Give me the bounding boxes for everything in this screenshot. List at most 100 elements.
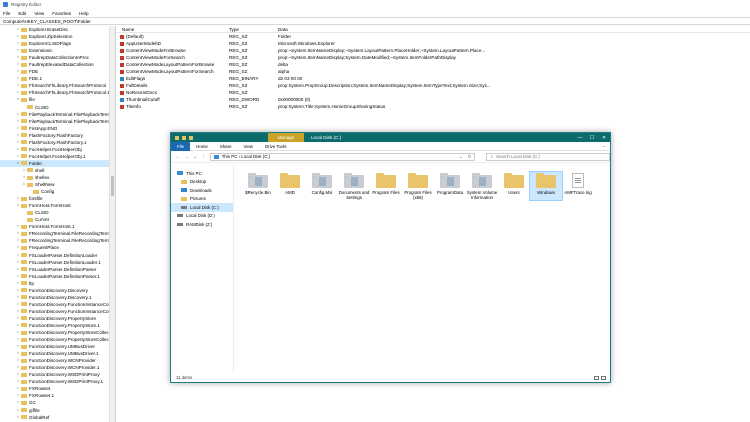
expand-chevron-icon[interactable]: >	[16, 61, 20, 68]
tree-key[interactable]: > FXRowset	[0, 385, 109, 392]
tree-key[interactable]: > FunctionDiscovery.FunctionInstanceCol	[0, 301, 110, 308]
tree-key[interactable]: > FunctionDiscovery.UMBusDriver	[0, 343, 109, 350]
expand-chevron-icon[interactable]: v	[16, 96, 20, 103]
tree-scrollbar[interactable]	[109, 26, 115, 422]
tab-drive-tools[interactable]: Drive Tools	[259, 142, 293, 151]
tree-key[interactable]: > GC	[0, 399, 109, 406]
value-row[interactable]: ContentViewModeLayoutPatternForSearch REG…	[116, 68, 750, 75]
folder-icon[interactable]	[175, 135, 179, 140]
tree-key[interactable]: > FirstApp.ENO	[0, 125, 109, 132]
expand-chevron-icon[interactable]: >	[16, 392, 20, 399]
expand-chevron-icon[interactable]: >	[16, 378, 20, 385]
expand-chevron-icon[interactable]: >	[16, 414, 20, 421]
nav-item[interactable]: Pictures	[171, 195, 233, 204]
expand-chevron-icon[interactable]: >	[16, 54, 20, 61]
expand-chevron-icon[interactable]: v	[22, 181, 26, 188]
up-arrow-icon[interactable]: ↑	[201, 154, 207, 160]
tree-key[interactable]: CLSID	[0, 209, 109, 216]
file-item[interactable]: Users	[498, 172, 530, 200]
expand-chevron-icon[interactable]: >	[16, 244, 20, 251]
expand-chevron-icon[interactable]: >	[16, 223, 20, 230]
expand-chevron-icon[interactable]: >	[16, 153, 20, 160]
menu-favorites[interactable]: Favorites	[52, 11, 71, 16]
expand-chevron-icon[interactable]: >	[16, 237, 20, 244]
nav-item[interactable]: Downloads	[171, 186, 233, 195]
file-item[interactable]: Documents and Settings	[338, 172, 370, 200]
file-item[interactable]: ProgramData	[434, 172, 466, 200]
minimize-button[interactable]: —	[574, 133, 586, 142]
file-item[interactable]: AMFTrace.log	[562, 172, 594, 200]
expand-chevron-icon[interactable]: >	[16, 230, 20, 237]
tree-key[interactable]: > ftp	[0, 280, 109, 287]
new-folder-icon[interactable]	[189, 135, 193, 140]
tree-key[interactable]: Config	[0, 188, 109, 195]
file-item[interactable]: Windows	[529, 170, 563, 202]
file-item[interactable]: Config.Msi	[306, 172, 338, 200]
tab-share[interactable]: Share	[214, 142, 238, 151]
expand-chevron-icon[interactable]: >	[16, 364, 20, 371]
recent-locations-icon[interactable]: ⌄	[192, 154, 198, 160]
forward-arrow-icon[interactable]: →	[184, 154, 190, 160]
menu-view[interactable]: View	[34, 11, 44, 16]
tree-key[interactable]: > FlashFactory.FlashFactory	[0, 132, 109, 139]
file-item[interactable]: $Recycle.Bin	[242, 172, 274, 200]
value-row[interactable]: FullDetails REG_SZ prop:System.PropGroup.D…	[116, 82, 750, 89]
tree-key[interactable]: > GlobalRef	[0, 414, 109, 421]
tree-key[interactable]: > FilePlaybackTerminal.FilePlaybackTermin	[0, 111, 114, 118]
tab-home[interactable]: Home	[190, 142, 214, 151]
expand-chevron-icon[interactable]: >	[16, 89, 20, 96]
nav-item[interactable]: Local Disk (D:)	[171, 212, 233, 221]
tree-key[interactable]: > FunctionDiscovery.PropertyStoreCollect	[0, 336, 110, 343]
tree-key[interactable]: > Explorer.EraseDisc	[0, 26, 109, 33]
tree-key[interactable]: > FunctionDiscovery.WSDPrintProxy	[0, 371, 109, 378]
nav-item[interactable]: RAMDisk (Z:)	[171, 220, 233, 229]
tree-key[interactable]: > FSLoaderParser.DefinitionParser	[0, 266, 109, 273]
value-row[interactable]: ThumbnailCutoff REG_DWORD 0x00000000 (0)	[116, 96, 750, 103]
tree-key[interactable]: > FunctionDiscovery.Discovery	[0, 287, 109, 294]
file-item[interactable]: AMD	[274, 172, 306, 200]
expand-chevron-icon[interactable]: >	[16, 371, 20, 378]
tree-key[interactable]: > Explorer.ZipSelection	[0, 33, 109, 40]
tree-key[interactable]: > shell	[0, 167, 109, 174]
manage-tab[interactable]: Manage	[268, 133, 304, 142]
tree-key[interactable]: > FlashFactory.FlashFactory.1	[0, 139, 109, 146]
tree-key[interactable]: v ShellNew	[0, 181, 109, 188]
value-row[interactable]: ContentViewModeForSearch REG_SZ prop:~Syst…	[116, 54, 750, 61]
menu-help[interactable]: Help	[79, 11, 88, 16]
expand-chevron-icon[interactable]: >	[16, 26, 20, 33]
tree-key[interactable]: > FociHelper.FociHelperObj.1	[0, 153, 109, 160]
expand-chevron-icon[interactable]: >	[16, 266, 20, 273]
nav-item[interactable]: Desktop	[171, 178, 233, 187]
file-item[interactable]: Program Files (x86)	[402, 172, 434, 200]
tree-key[interactable]: > FunctionDiscovery.FunctionInstanceCol	[0, 308, 110, 315]
expand-chevron-icon[interactable]: >	[16, 47, 20, 54]
expand-chevron-icon[interactable]: >	[16, 111, 20, 118]
expand-chevron-icon[interactable]: >	[16, 273, 20, 280]
file-item[interactable]: System Volume Information	[466, 172, 498, 200]
tree-key[interactable]: > FunctionDiscovery.PropertyStore	[0, 315, 109, 322]
tree-key[interactable]: v FormHost.FormHost	[0, 202, 109, 209]
tree-key[interactable]: > FRecordingTerminal.FileRecordingTermi	[0, 230, 111, 237]
expand-chevron-icon[interactable]: >	[16, 385, 20, 392]
expand-chevron-icon[interactable]: >	[16, 132, 20, 139]
expand-chevron-icon[interactable]: >	[16, 195, 20, 202]
tree-key[interactable]: > FaultrepDataCollectionInProc	[0, 54, 109, 61]
expand-chevron-icon[interactable]: >	[16, 68, 20, 75]
value-row[interactable]: AppUserModelID REG_SZ Microsoft.Windows.Ex…	[116, 40, 750, 47]
value-row[interactable]: (Default) REG_SZ Folder	[116, 33, 750, 40]
tree-key[interactable]: > FunctionDiscovery.PropertyStore.1	[0, 322, 109, 329]
expand-chevron-icon[interactable]: >	[16, 350, 20, 357]
expand-chevron-icon[interactable]: >	[16, 280, 20, 287]
tree-key[interactable]: > FSLoaderParser.DefinitionLoader	[0, 252, 109, 259]
tree-key[interactable]: > FRecordingTerminal.FileRecordingTermi	[0, 237, 111, 244]
expand-chevron-icon[interactable]: >	[16, 75, 20, 82]
column-name-header[interactable]: Name	[116, 27, 229, 32]
search-input[interactable]: ⌕ Search Local Disk (C:)	[486, 152, 610, 161]
value-row[interactable]: EditFlags REG_BINARY d2 03 00 00	[116, 75, 750, 82]
tree-key[interactable]: > FunctionDiscovery.WSDPrintProxy.1	[0, 378, 109, 385]
expand-chevron-icon[interactable]: >	[16, 336, 20, 343]
tree-key[interactable]: > FociHelper.FociHelperObj	[0, 146, 109, 153]
expand-chevron-icon[interactable]: >	[16, 252, 20, 259]
tree-key[interactable]: > FhSearchFhLibrary.FhSearchProtocol	[0, 82, 109, 89]
tree-key[interactable]: > FormHost.FormHost.1	[0, 223, 109, 230]
